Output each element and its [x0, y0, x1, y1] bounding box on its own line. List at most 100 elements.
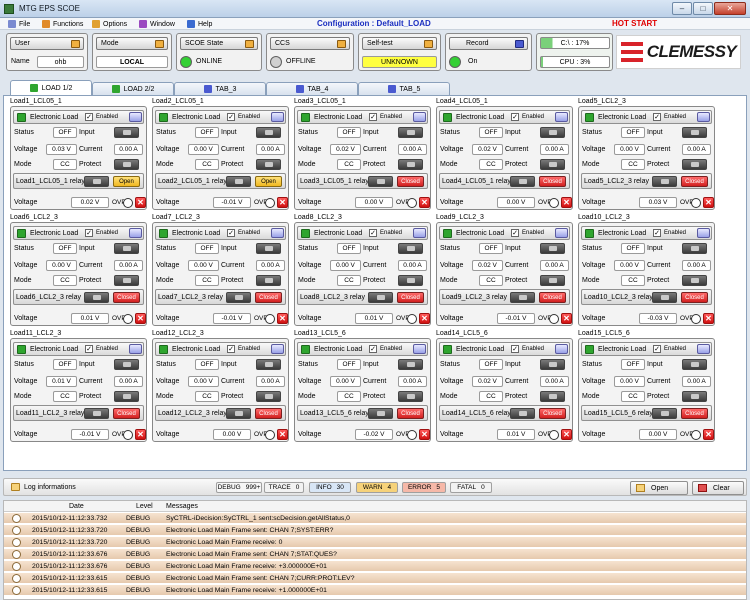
close-icon[interactable]: ✕ — [277, 429, 288, 440]
close-icon[interactable]: ✕ — [703, 429, 714, 440]
relay-toggle[interactable] — [84, 176, 109, 187]
details-button[interactable] — [697, 228, 710, 238]
relay-toggle[interactable] — [652, 176, 677, 187]
input-toggle[interactable] — [398, 243, 423, 254]
log-row[interactable]: 2015/10/12-11:12:33.615 DEBUG Electronic L… — [4, 573, 746, 584]
enabled-checkbox[interactable]: ✓ — [511, 113, 519, 121]
tab-4[interactable]: TAB_4 — [266, 82, 358, 95]
details-button[interactable] — [555, 112, 568, 122]
input-toggle[interactable] — [398, 359, 423, 370]
enabled-checkbox[interactable]: ✓ — [653, 229, 661, 237]
input-toggle[interactable] — [256, 127, 281, 138]
relay-toggle[interactable] — [84, 292, 109, 303]
relay-toggle[interactable] — [368, 292, 393, 303]
close-window-button[interactable]: ✕ — [714, 2, 746, 15]
input-toggle[interactable] — [114, 243, 139, 254]
relay-toggle[interactable] — [368, 408, 393, 419]
protect-toggle[interactable] — [540, 391, 565, 402]
menu-file[interactable]: File — [8, 19, 30, 29]
close-icon[interactable]: ✕ — [135, 313, 146, 324]
user-button[interactable]: User — [10, 37, 84, 50]
level-filter-debug[interactable]: DEBUG 999+ — [216, 482, 262, 493]
input-toggle[interactable] — [256, 359, 281, 370]
protect-toggle[interactable] — [256, 391, 281, 402]
details-button[interactable] — [271, 228, 284, 238]
relay-toggle[interactable] — [510, 292, 535, 303]
log-row[interactable]: 2015/10/12-11:12:33.615 DEBUG Electronic L… — [4, 585, 746, 596]
scoe-state-button[interactable]: SCOE State — [180, 37, 258, 50]
close-icon[interactable]: ✕ — [135, 429, 146, 440]
input-toggle[interactable] — [540, 359, 565, 370]
relay-toggle[interactable] — [226, 292, 251, 303]
protect-toggle[interactable] — [682, 275, 707, 286]
protect-toggle[interactable] — [682, 391, 707, 402]
input-toggle[interactable] — [398, 127, 423, 138]
details-button[interactable] — [413, 228, 426, 238]
enabled-checkbox[interactable]: ✓ — [227, 113, 235, 121]
clear-log-button[interactable]: Clear — [692, 481, 744, 495]
relay-toggle[interactable] — [510, 408, 535, 419]
relay-toggle[interactable] — [652, 408, 677, 419]
tab-load-2-2[interactable]: LOAD 2/2 — [92, 82, 174, 95]
close-icon[interactable]: ✕ — [419, 313, 430, 324]
details-button[interactable] — [555, 344, 568, 354]
relay-toggle[interactable] — [652, 292, 677, 303]
level-filter-error[interactable]: ERROR 5 — [402, 482, 446, 493]
input-toggle[interactable] — [540, 243, 565, 254]
open-log-button[interactable]: Open — [630, 481, 688, 495]
details-button[interactable] — [129, 228, 142, 238]
relay-toggle[interactable] — [226, 176, 251, 187]
input-toggle[interactable] — [682, 359, 707, 370]
protect-toggle[interactable] — [114, 159, 139, 170]
protect-toggle[interactable] — [398, 391, 423, 402]
enabled-checkbox[interactable]: ✓ — [511, 345, 519, 353]
close-icon[interactable]: ✕ — [277, 197, 288, 208]
enabled-checkbox[interactable]: ✓ — [653, 345, 661, 353]
tab-5[interactable]: TAB_5 — [358, 82, 450, 95]
ccs-button[interactable]: CCS — [270, 37, 350, 50]
relay-toggle[interactable] — [226, 408, 251, 419]
protect-toggle[interactable] — [256, 159, 281, 170]
close-icon[interactable]: ✕ — [561, 313, 572, 324]
menu-options[interactable]: Options — [92, 19, 127, 29]
close-icon[interactable]: ✕ — [561, 197, 572, 208]
details-button[interactable] — [271, 112, 284, 122]
input-toggle[interactable] — [114, 127, 139, 138]
close-icon[interactable]: ✕ — [277, 313, 288, 324]
tab-3[interactable]: TAB_3 — [174, 82, 266, 95]
enabled-checkbox[interactable]: ✓ — [85, 229, 93, 237]
close-icon[interactable]: ✕ — [703, 313, 714, 324]
input-toggle[interactable] — [682, 127, 707, 138]
details-button[interactable] — [413, 344, 426, 354]
close-icon[interactable]: ✕ — [419, 429, 430, 440]
menu-window[interactable]: Window — [139, 19, 175, 29]
details-button[interactable] — [697, 344, 710, 354]
close-icon[interactable]: ✕ — [419, 197, 430, 208]
record-button[interactable]: Record — [449, 37, 528, 50]
close-icon[interactable]: ✕ — [561, 429, 572, 440]
log-row[interactable]: 2015/10/12-11:12:33.676 DEBUG Electronic L… — [4, 549, 746, 560]
details-button[interactable] — [413, 112, 426, 122]
tab-load-1-2[interactable]: LOAD 1/2 — [10, 80, 92, 95]
details-button[interactable] — [129, 112, 142, 122]
log-row[interactable]: 2015/10/12-11:12:33.720 DEBUG Electronic L… — [4, 537, 746, 548]
level-filter-warn[interactable]: WARN 4 — [356, 482, 398, 493]
relay-toggle[interactable] — [84, 408, 109, 419]
input-toggle[interactable] — [256, 243, 281, 254]
log-row[interactable]: 2015/10/12-11:12:33.732 DEBUG SyCTRL-iDeci… — [4, 513, 746, 524]
log-row[interactable]: 2015/10/12-11:12:33.676 DEBUG Electronic L… — [4, 561, 746, 572]
details-button[interactable] — [697, 112, 710, 122]
enabled-checkbox[interactable]: ✓ — [369, 229, 377, 237]
enabled-checkbox[interactable]: ✓ — [85, 113, 93, 121]
details-button[interactable] — [555, 228, 568, 238]
menu-functions[interactable]: Functions — [42, 19, 83, 29]
protect-toggle[interactable] — [398, 275, 423, 286]
close-icon[interactable]: ✕ — [703, 197, 714, 208]
enabled-checkbox[interactable]: ✓ — [227, 229, 235, 237]
input-toggle[interactable] — [540, 127, 565, 138]
relay-toggle[interactable] — [510, 176, 535, 187]
enabled-checkbox[interactable]: ✓ — [369, 113, 377, 121]
protect-toggle[interactable] — [540, 159, 565, 170]
protect-toggle[interactable] — [682, 159, 707, 170]
name-field[interactable]: ohb — [37, 56, 84, 68]
